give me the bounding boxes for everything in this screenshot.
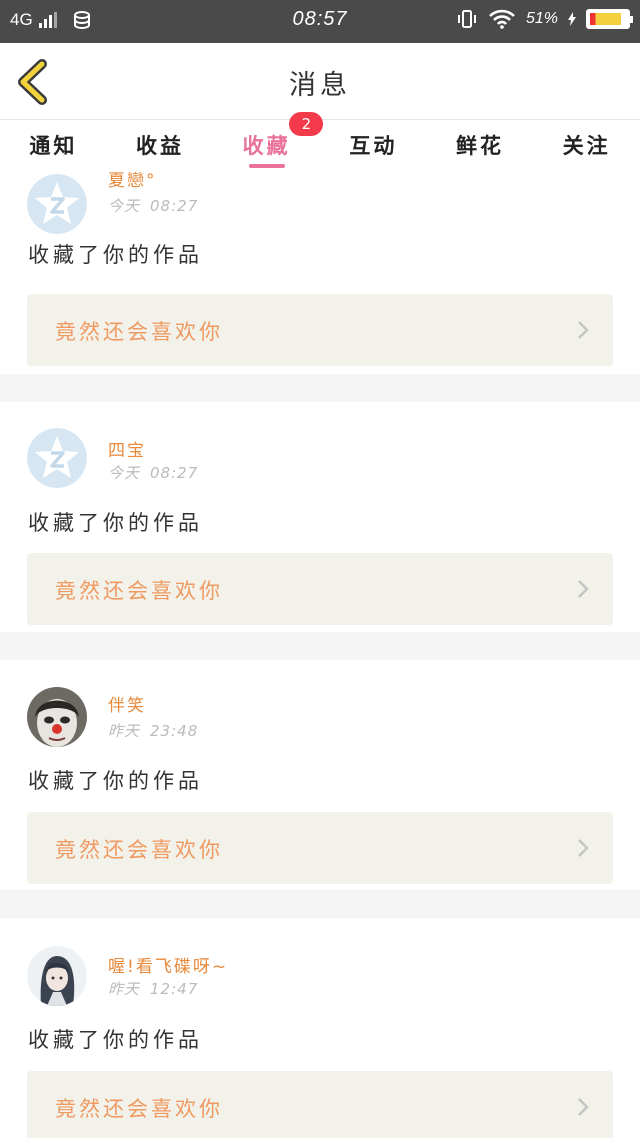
- avatar[interactable]: [27, 174, 87, 234]
- time-label: 08:27: [150, 197, 199, 215]
- time-label: 08:27: [150, 464, 199, 482]
- anime-girl-avatar-icon: [27, 946, 87, 1006]
- charging-icon: [568, 12, 576, 26]
- timestamp: 昨天 23:48: [108, 720, 198, 741]
- page-title: 消息: [289, 70, 351, 101]
- timestamp: 今天 08:27: [108, 195, 198, 216]
- action-text: 收藏了你的作品: [28, 511, 203, 535]
- message-card[interactable]: 四宝 今天 08:27 收藏了你的作品 竟然还会喜欢你: [0, 402, 640, 625]
- action-text: 收藏了你的作品: [28, 769, 203, 793]
- work-title: 竟然还会喜欢你: [55, 838, 223, 862]
- message-card[interactable]: 夏戀° 今天 08:27 收藏了你的作品 竟然还会喜欢你: [0, 172, 640, 374]
- work-title: 竟然还会喜欢你: [55, 579, 223, 603]
- username[interactable]: 夏戀°: [108, 172, 157, 191]
- qq-default-avatar-icon: [27, 428, 87, 488]
- time-label: 23:48: [150, 722, 199, 740]
- tab-favorites[interactable]: 收藏 2: [213, 112, 324, 172]
- tab-flowers[interactable]: 鲜花: [427, 120, 534, 172]
- chevron-right-icon: [578, 580, 589, 598]
- avatar[interactable]: [27, 687, 87, 747]
- clown-face-avatar-icon: [27, 687, 87, 747]
- chevron-right-icon: [578, 321, 589, 339]
- chevron-right-icon: [578, 839, 589, 857]
- work-title: 竟然还会喜欢你: [55, 320, 223, 344]
- active-tab-indicator: [248, 164, 285, 168]
- tab-label: 互动: [349, 134, 398, 158]
- avatar[interactable]: [27, 428, 87, 488]
- app-header: 消息: [0, 43, 640, 120]
- action-text: 收藏了你的作品: [28, 243, 203, 267]
- tab-bar: 通知 收益 收藏 2 互动 鲜花 关注: [0, 112, 640, 172]
- tab-label: 通知: [29, 134, 78, 158]
- timestamp: 昨天 12:47: [108, 978, 198, 999]
- tab-label: 关注: [562, 134, 611, 158]
- status-right: 51%: [456, 8, 633, 30]
- work-preview[interactable]: 竟然还会喜欢你: [27, 553, 613, 625]
- qq-default-avatar-icon: [27, 174, 87, 234]
- work-preview[interactable]: 竟然还会喜欢你: [27, 1071, 613, 1138]
- message-list[interactable]: 夏戀° 今天 08:27 收藏了你的作品 竟然还会喜欢你 四宝 今天 08:27 收…: [0, 172, 640, 1138]
- unread-badge: 2: [289, 112, 324, 136]
- tab-earnings[interactable]: 收益: [107, 120, 214, 172]
- action-text: 收藏了你的作品: [28, 1028, 203, 1052]
- timestamp: 今天 08:27: [108, 462, 198, 483]
- status-bar: 4G 08:57 51%: [0, 0, 640, 43]
- tab-label: 收益: [136, 134, 184, 158]
- day-label: 今天: [108, 464, 141, 482]
- day-label: 昨天: [108, 980, 141, 998]
- day-label: 今天: [108, 197, 141, 215]
- username[interactable]: 喔!看飞碟呀~: [108, 952, 228, 977]
- vibrate-icon: [457, 10, 476, 28]
- battery-icon: [586, 9, 633, 29]
- tab-following[interactable]: 关注: [533, 120, 640, 172]
- time-label: 12:47: [150, 980, 199, 998]
- wifi-icon: [489, 9, 515, 29]
- tab-notifications[interactable]: 通知: [0, 120, 107, 172]
- avatar[interactable]: [27, 946, 87, 1006]
- tab-interactions[interactable]: 互动: [320, 120, 427, 172]
- day-label: 昨天: [108, 722, 141, 740]
- battery-percent: 51%: [525, 10, 558, 27]
- work-title: 竟然还会喜欢你: [55, 1097, 223, 1121]
- chevron-right-icon: [578, 1098, 589, 1116]
- work-preview[interactable]: 竟然还会喜欢你: [27, 294, 613, 366]
- username[interactable]: 四宝: [108, 436, 146, 461]
- message-card[interactable]: 喔!看飞碟呀~ 昨天 12:47 收藏了你的作品 竟然还会喜欢你: [0, 918, 640, 1138]
- work-preview[interactable]: 竟然还会喜欢你: [27, 812, 613, 884]
- username[interactable]: 伴笑: [108, 691, 146, 716]
- tab-label: 收藏: [242, 134, 291, 158]
- tab-label: 鲜花: [456, 134, 505, 158]
- message-card[interactable]: 伴笑 昨天 23:48 收藏了你的作品 竟然还会喜欢你: [0, 660, 640, 884]
